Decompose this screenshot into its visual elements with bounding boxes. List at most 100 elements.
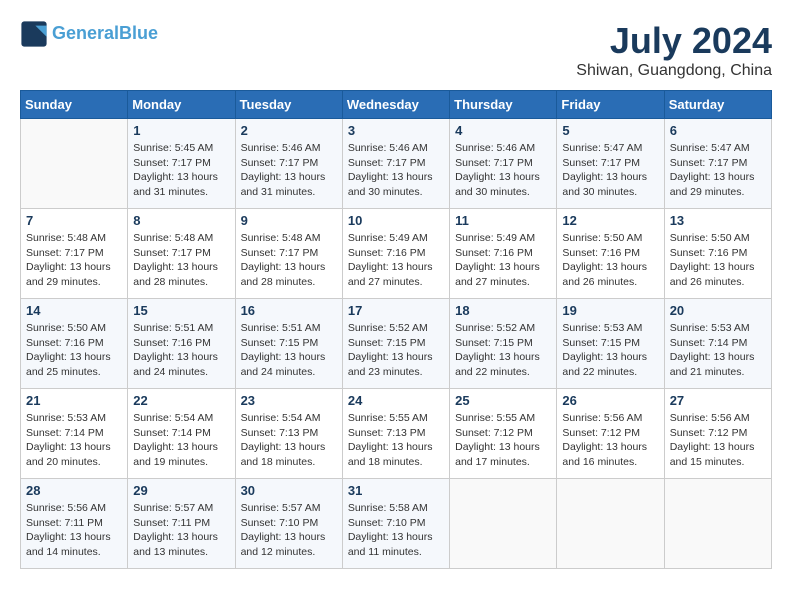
- calendar-day-cell: [557, 479, 664, 569]
- day-detail: Sunrise: 5:48 AM Sunset: 7:17 PM Dayligh…: [241, 231, 337, 290]
- weekday-header-cell: Friday: [557, 91, 664, 119]
- day-detail: Sunrise: 5:51 AM Sunset: 7:16 PM Dayligh…: [133, 321, 229, 380]
- calendar-day-cell: 2 Sunrise: 5:46 AM Sunset: 7:17 PM Daylig…: [235, 119, 342, 209]
- day-number: 14: [26, 303, 122, 318]
- day-number: 31: [348, 483, 444, 498]
- day-number: 27: [670, 393, 766, 408]
- day-number: 24: [348, 393, 444, 408]
- weekday-header-row: SundayMondayTuesdayWednesdayThursdayFrid…: [21, 91, 772, 119]
- day-detail: Sunrise: 5:46 AM Sunset: 7:17 PM Dayligh…: [348, 141, 444, 200]
- day-number: 8: [133, 213, 229, 228]
- calendar-day-cell: 18Sunrise: 5:52 AM Sunset: 7:15 PM Dayli…: [450, 299, 557, 389]
- day-number: 5: [562, 123, 658, 138]
- day-detail: Sunrise: 5:49 AM Sunset: 7:16 PM Dayligh…: [348, 231, 444, 290]
- calendar-day-cell: 13 Sunrise: 5:50 AM Sunset: 7:16 PM Dayli…: [664, 209, 771, 299]
- day-number: 1: [133, 123, 229, 138]
- calendar-week-row: 1 Sunrise: 5:45 AM Sunset: 7:17 PM Daylig…: [21, 119, 772, 209]
- calendar-week-row: 7Sunrise: 5:48 AM Sunset: 7:17 PM Daylig…: [21, 209, 772, 299]
- day-number: 20: [670, 303, 766, 318]
- calendar-day-cell: 27 Sunrise: 5:56 AM Sunset: 7:12 PM Dayli…: [664, 389, 771, 479]
- calendar-day-cell: 15Sunrise: 5:51 AM Sunset: 7:16 PM Dayli…: [128, 299, 235, 389]
- day-number: 13: [670, 213, 766, 228]
- calendar-day-cell: 12Sunrise: 5:50 AM Sunset: 7:16 PM Dayli…: [557, 209, 664, 299]
- day-detail: Sunrise: 5:55 AM Sunset: 7:12 PM Dayligh…: [455, 411, 551, 470]
- day-detail: Sunrise: 5:56 AM Sunset: 7:11 PM Dayligh…: [26, 501, 122, 560]
- calendar-day-cell: 23 Sunrise: 5:54 AM Sunset: 7:13 PM Dayli…: [235, 389, 342, 479]
- calendar-day-cell: 28 Sunrise: 5:56 AM Sunset: 7:11 PM Dayli…: [21, 479, 128, 569]
- calendar-day-cell: 11 Sunrise: 5:49 AM Sunset: 7:16 PM Dayli…: [450, 209, 557, 299]
- day-detail: Sunrise: 5:53 AM Sunset: 7:15 PM Dayligh…: [562, 321, 658, 380]
- page-header: GeneralBlue July 2024 Shiwan, Guangdong,…: [20, 20, 772, 80]
- logo: GeneralBlue: [20, 20, 158, 48]
- day-detail: Sunrise: 5:55 AM Sunset: 7:13 PM Dayligh…: [348, 411, 444, 470]
- day-detail: Sunrise: 5:53 AM Sunset: 7:14 PM Dayligh…: [670, 321, 766, 380]
- day-detail: Sunrise: 5:47 AM Sunset: 7:17 PM Dayligh…: [670, 141, 766, 200]
- calendar-day-cell: 9 Sunrise: 5:48 AM Sunset: 7:17 PM Daylig…: [235, 209, 342, 299]
- day-number: 16: [241, 303, 337, 318]
- day-detail: Sunrise: 5:56 AM Sunset: 7:12 PM Dayligh…: [670, 411, 766, 470]
- calendar-day-cell: 4Sunrise: 5:46 AM Sunset: 7:17 PM Daylig…: [450, 119, 557, 209]
- day-detail: Sunrise: 5:48 AM Sunset: 7:17 PM Dayligh…: [26, 231, 122, 290]
- day-detail: Sunrise: 5:54 AM Sunset: 7:14 PM Dayligh…: [133, 411, 229, 470]
- weekday-header-cell: Saturday: [664, 91, 771, 119]
- day-detail: Sunrise: 5:46 AM Sunset: 7:17 PM Dayligh…: [241, 141, 337, 200]
- day-number: 22: [133, 393, 229, 408]
- logo-icon: [20, 20, 48, 48]
- day-number: 4: [455, 123, 551, 138]
- day-detail: Sunrise: 5:50 AM Sunset: 7:16 PM Dayligh…: [670, 231, 766, 290]
- day-number: 28: [26, 483, 122, 498]
- calendar-week-row: 28 Sunrise: 5:56 AM Sunset: 7:11 PM Dayli…: [21, 479, 772, 569]
- day-number: 17: [348, 303, 444, 318]
- calendar-day-cell: 25 Sunrise: 5:55 AM Sunset: 7:12 PM Dayli…: [450, 389, 557, 479]
- logo-line1: General: [52, 23, 119, 43]
- calendar-day-cell: 31 Sunrise: 5:58 AM Sunset: 7:10 PM Dayli…: [342, 479, 449, 569]
- weekday-header-cell: Sunday: [21, 91, 128, 119]
- calendar-week-row: 21Sunrise: 5:53 AM Sunset: 7:14 PM Dayli…: [21, 389, 772, 479]
- calendar-day-cell: 20 Sunrise: 5:53 AM Sunset: 7:14 PM Dayli…: [664, 299, 771, 389]
- location: Shiwan, Guangdong, China: [576, 62, 772, 80]
- calendar-day-cell: 26Sunrise: 5:56 AM Sunset: 7:12 PM Dayli…: [557, 389, 664, 479]
- month-year: July 2024: [576, 20, 772, 62]
- day-number: 18: [455, 303, 551, 318]
- calendar-day-cell: 24 Sunrise: 5:55 AM Sunset: 7:13 PM Dayli…: [342, 389, 449, 479]
- day-detail: Sunrise: 5:54 AM Sunset: 7:13 PM Dayligh…: [241, 411, 337, 470]
- calendar-day-cell: [664, 479, 771, 569]
- day-number: 9: [241, 213, 337, 228]
- weekday-header-cell: Tuesday: [235, 91, 342, 119]
- title-block: July 2024 Shiwan, Guangdong, China: [576, 20, 772, 80]
- day-number: 11: [455, 213, 551, 228]
- calendar-day-cell: 30 Sunrise: 5:57 AM Sunset: 7:10 PM Dayli…: [235, 479, 342, 569]
- calendar-table: SundayMondayTuesdayWednesdayThursdayFrid…: [20, 90, 772, 569]
- logo-line2: Blue: [119, 23, 158, 43]
- calendar-day-cell: 5 Sunrise: 5:47 AM Sunset: 7:17 PM Daylig…: [557, 119, 664, 209]
- weekday-header-cell: Monday: [128, 91, 235, 119]
- day-detail: Sunrise: 5:50 AM Sunset: 7:16 PM Dayligh…: [26, 321, 122, 380]
- day-detail: Sunrise: 5:47 AM Sunset: 7:17 PM Dayligh…: [562, 141, 658, 200]
- day-number: 21: [26, 393, 122, 408]
- day-number: 29: [133, 483, 229, 498]
- calendar-day-cell: 16Sunrise: 5:51 AM Sunset: 7:15 PM Dayli…: [235, 299, 342, 389]
- day-number: 19: [562, 303, 658, 318]
- logo-text: GeneralBlue: [52, 24, 158, 44]
- calendar-day-cell: 17 Sunrise: 5:52 AM Sunset: 7:15 PM Dayli…: [342, 299, 449, 389]
- calendar-week-row: 14 Sunrise: 5:50 AM Sunset: 7:16 PM Dayli…: [21, 299, 772, 389]
- day-detail: Sunrise: 5:49 AM Sunset: 7:16 PM Dayligh…: [455, 231, 551, 290]
- day-number: 2: [241, 123, 337, 138]
- day-detail: Sunrise: 5:52 AM Sunset: 7:15 PM Dayligh…: [348, 321, 444, 380]
- calendar-day-cell: 22 Sunrise: 5:54 AM Sunset: 7:14 PM Dayli…: [128, 389, 235, 479]
- calendar-day-cell: 29 Sunrise: 5:57 AM Sunset: 7:11 PM Dayli…: [128, 479, 235, 569]
- day-detail: Sunrise: 5:58 AM Sunset: 7:10 PM Dayligh…: [348, 501, 444, 560]
- day-number: 25: [455, 393, 551, 408]
- calendar-day-cell: 1 Sunrise: 5:45 AM Sunset: 7:17 PM Daylig…: [128, 119, 235, 209]
- calendar-day-cell: [21, 119, 128, 209]
- day-number: 30: [241, 483, 337, 498]
- day-detail: Sunrise: 5:45 AM Sunset: 7:17 PM Dayligh…: [133, 141, 229, 200]
- day-detail: Sunrise: 5:57 AM Sunset: 7:10 PM Dayligh…: [241, 501, 337, 560]
- calendar-day-cell: [450, 479, 557, 569]
- calendar-day-cell: 14 Sunrise: 5:50 AM Sunset: 7:16 PM Dayli…: [21, 299, 128, 389]
- calendar-day-cell: 3Sunrise: 5:46 AM Sunset: 7:17 PM Daylig…: [342, 119, 449, 209]
- day-number: 23: [241, 393, 337, 408]
- calendar-day-cell: 8Sunrise: 5:48 AM Sunset: 7:17 PM Daylig…: [128, 209, 235, 299]
- day-number: 12: [562, 213, 658, 228]
- day-detail: Sunrise: 5:57 AM Sunset: 7:11 PM Dayligh…: [133, 501, 229, 560]
